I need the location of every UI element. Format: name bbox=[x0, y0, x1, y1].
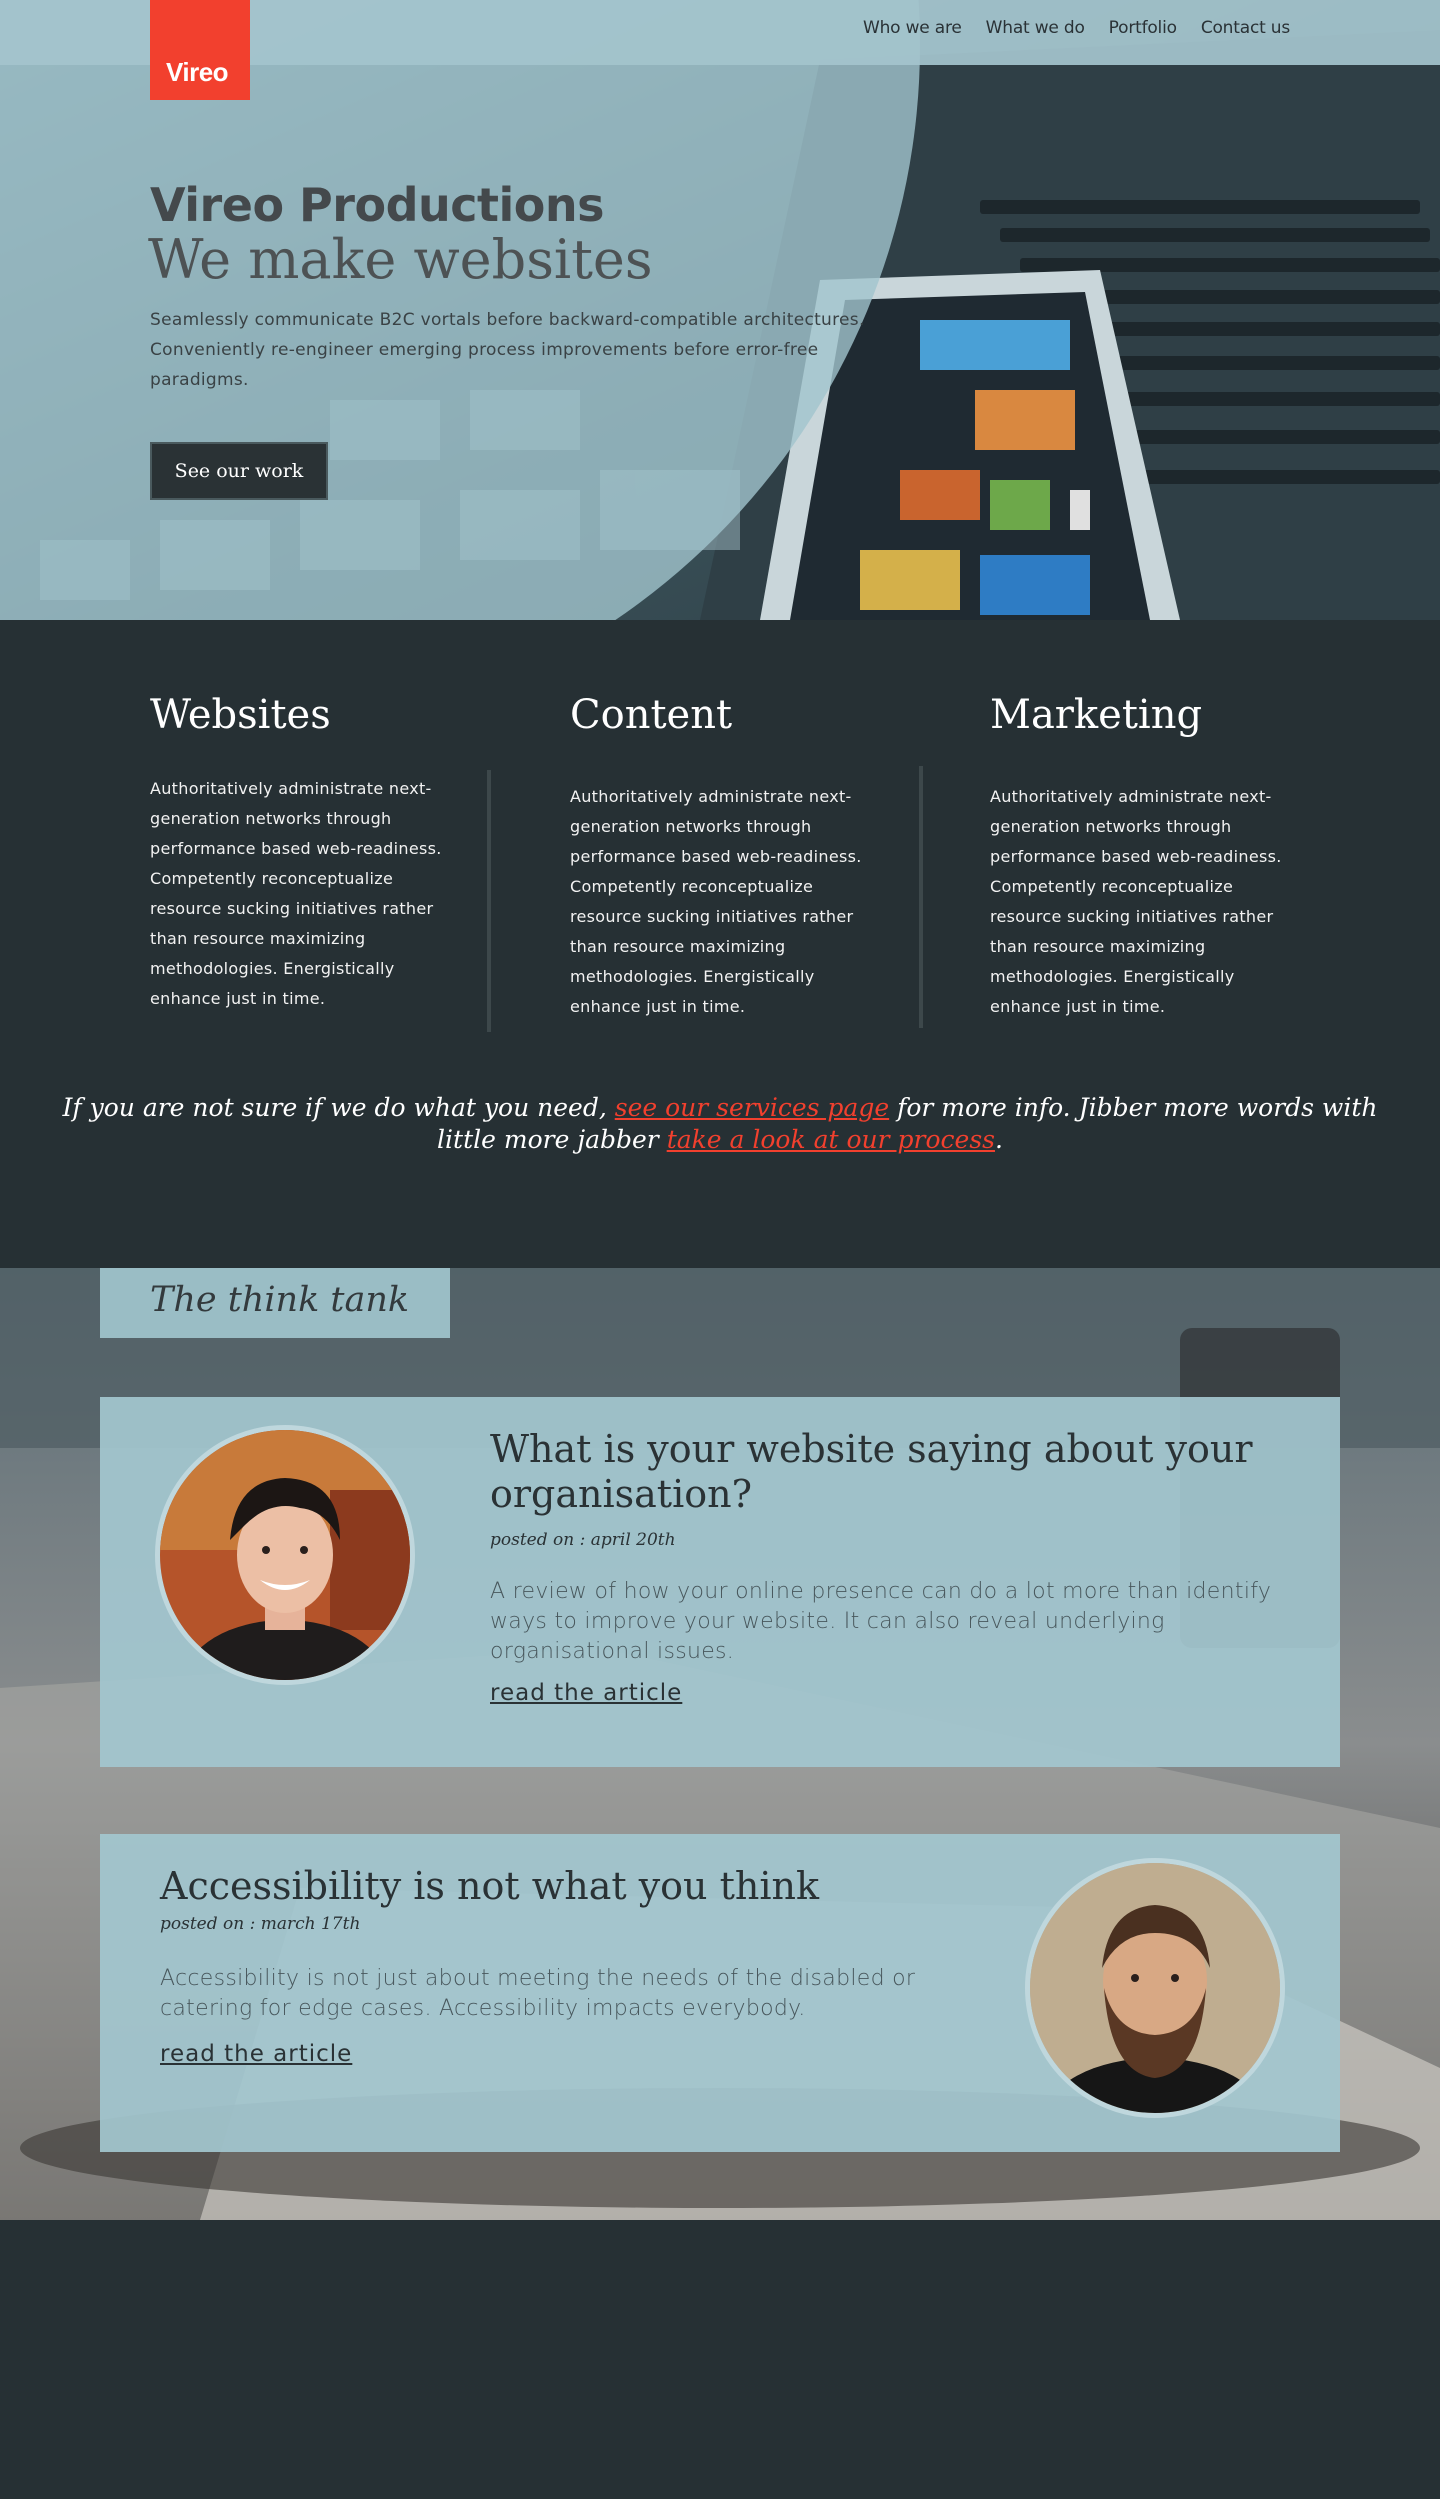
services-page-link[interactable]: see our services page bbox=[615, 1093, 889, 1122]
hero-subtitle: We make websites bbox=[148, 228, 653, 291]
callout-text: for more info. Jibber more words with bbox=[889, 1093, 1378, 1122]
article-date: posted on : march 17th bbox=[160, 1914, 361, 1934]
service-title: Content bbox=[570, 692, 733, 738]
service-title: Marketing bbox=[990, 692, 1203, 738]
service-description: Authoritatively administrate next-genera… bbox=[990, 787, 1282, 1016]
process-link[interactable]: take a look at our process bbox=[667, 1125, 995, 1154]
callout-text: . bbox=[994, 1125, 1003, 1154]
service-divider bbox=[487, 770, 491, 1032]
vireo-logo[interactable]: Vireo bbox=[150, 0, 250, 100]
nav-who-we-are[interactable]: Who we are bbox=[863, 18, 962, 38]
think-tank-label: The think tank bbox=[150, 1280, 410, 1320]
think-tank-tab: The think tank bbox=[100, 1268, 450, 1338]
article-excerpt: A review of how your online presence can… bbox=[490, 1579, 1272, 1664]
service-marketing: Marketing Authoritatively administrate n… bbox=[990, 692, 1300, 1016]
read-article-link[interactable]: read the article bbox=[490, 1680, 682, 1706]
article-card: What is your website saying about your o… bbox=[100, 1397, 1340, 1767]
article-title: Accessibility is not what you think bbox=[160, 1864, 819, 1908]
service-description: Authoritatively administrate next-genera… bbox=[570, 787, 862, 1016]
author-avatar bbox=[155, 1425, 415, 1685]
article-date: posted on : april 20th bbox=[490, 1530, 676, 1550]
article-card: Accessibility is not what you think post… bbox=[100, 1834, 1340, 2152]
nav-contact-us[interactable]: Contact us bbox=[1201, 18, 1290, 38]
author-avatar bbox=[1025, 1858, 1285, 2118]
service-description: Authoritatively administrate next-genera… bbox=[150, 779, 442, 1008]
service-websites: Websites Authoritatively administrate ne… bbox=[150, 692, 460, 1008]
nav-what-we-do[interactable]: What we do bbox=[986, 18, 1085, 38]
callout-text: little more jabber bbox=[437, 1125, 667, 1154]
logo-text: Vireo bbox=[166, 57, 229, 87]
service-divider bbox=[919, 766, 923, 1028]
see-our-work-button[interactable]: See our work bbox=[150, 442, 328, 500]
author-portrait bbox=[160, 1430, 410, 1680]
read-article-link[interactable]: read the article bbox=[160, 2041, 352, 2067]
callout-text: If you are not sure if we do what you ne… bbox=[62, 1093, 615, 1122]
services-callout: If you are not sure if we do what you ne… bbox=[0, 1092, 1440, 1156]
service-content: Content Authoritatively administrate nex… bbox=[570, 692, 880, 1016]
nav-portfolio[interactable]: Portfolio bbox=[1109, 18, 1177, 38]
article-excerpt: Accessibility is not just about meeting … bbox=[160, 1966, 916, 2021]
service-title: Websites bbox=[150, 692, 331, 738]
hero-title: Vireo Productions bbox=[150, 178, 605, 232]
article-title: What is your website saying about your o… bbox=[490, 1427, 1253, 1516]
hero-description: Seamlessly communicate B2C vortals befor… bbox=[150, 310, 865, 390]
author-portrait bbox=[1030, 1863, 1280, 2113]
main-nav: Who we are What we do Portfolio Contact … bbox=[863, 18, 1290, 38]
